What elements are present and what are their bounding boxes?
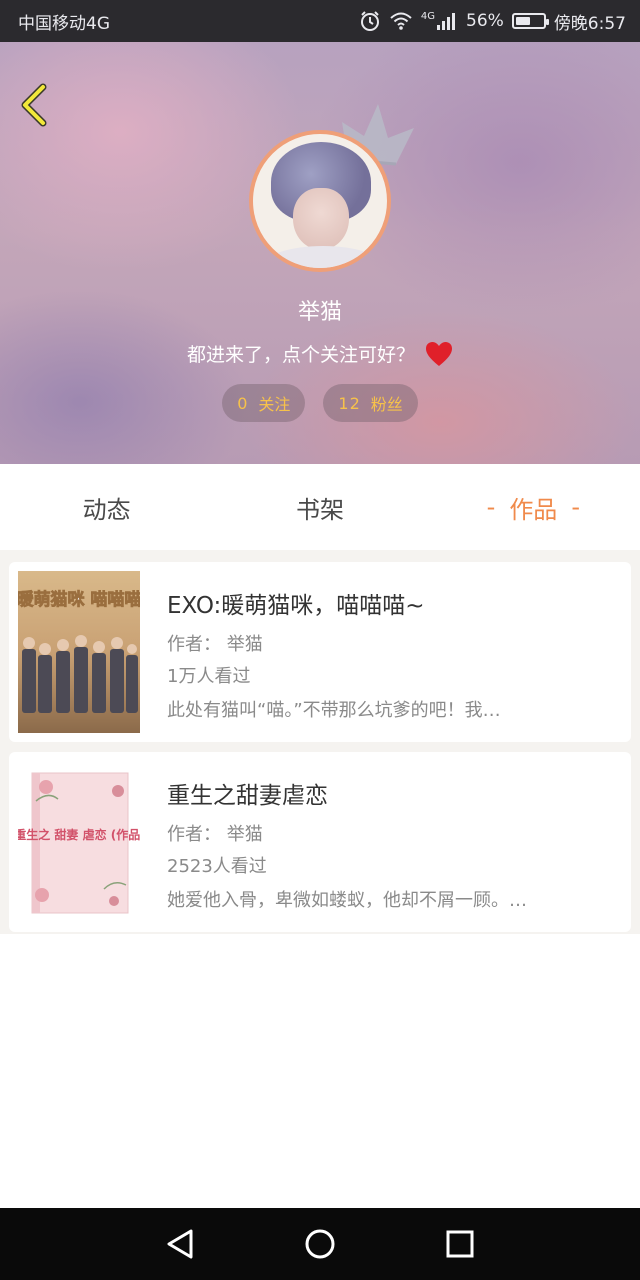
author-name: 举猫 [226, 634, 263, 655]
tab-label: 作品 [509, 495, 558, 524]
nickname: 举猫 [297, 300, 342, 325]
signal-icon: 4G [421, 11, 458, 31]
tab-label: 书架 [295, 495, 344, 524]
following-count-button[interactable]: 0 关注 [222, 384, 306, 422]
avatar[interactable] [249, 130, 391, 272]
nav-home-button[interactable] [290, 1214, 350, 1274]
tab-bookshelf[interactable]: 书架 [213, 464, 426, 550]
book-cover[interactable]: 暖萌猫咪 喵喵喵 [18, 571, 140, 733]
carrier-label: 中国移动4G [18, 13, 110, 34]
list-item[interactable]: 重生之 甜妻 虐恋 (作品) 重生之甜妻虐恋 作者： 举猫 2523人看过 她爱… [9, 752, 631, 932]
followers-count-button[interactable]: 12 粉丝 [323, 384, 418, 422]
book-cover-image: 暖萌猫咪 喵喵喵 [18, 571, 140, 733]
book-author: 作者： 举猫 [167, 820, 263, 846]
battery-level [515, 17, 531, 25]
followers-count: 12 [338, 393, 361, 413]
cover-title: 暖萌猫咪 喵喵喵 [18, 589, 140, 610]
tab-decor-left: - [486, 493, 496, 521]
nav-back-button[interactable] [150, 1214, 210, 1274]
book-views: 1万人看过 [167, 666, 251, 687]
book-intro: 此处有猫叫“喵。”不带那么坑爹的吧！我… [167, 700, 501, 721]
profile-header: 举猫 都进来了，点个关注可好？ 0 关注 12 粉丝 [0, 42, 640, 464]
tab-works[interactable]: - 作品 - [427, 464, 640, 550]
tab-label: 动态 [82, 495, 131, 524]
recents-square-icon [446, 1230, 474, 1258]
status-bar: 中国移动4G 4G 56% 傍晚6:57 [0, 0, 640, 42]
book-cover[interactable]: 重生之 甜妻 虐恋 (作品) [18, 761, 140, 923]
book-author: 作者： 举猫 [167, 630, 263, 656]
home-circle-icon [305, 1229, 335, 1259]
wifi-icon [389, 11, 413, 31]
nav-recents-button[interactable] [430, 1214, 490, 1274]
book-cover-image: 重生之 甜妻 虐恋 (作品) [18, 761, 140, 923]
author-label: 作者： [167, 634, 221, 655]
back-button[interactable] [14, 82, 54, 128]
author-name: 举猫 [226, 824, 263, 845]
alarm-icon [359, 10, 381, 32]
followers-label: 粉丝 [370, 395, 403, 414]
status-icons: 4G 56% 傍晚6:57 [359, 9, 626, 34]
heart-icon [426, 341, 452, 366]
following-count: 0 [237, 393, 249, 413]
book-title: EXO:暖萌猫咪，喵喵喵~ [167, 593, 425, 619]
list-item[interactable]: 暖萌猫咪 喵喵喵 EXO:暖萌猫咪，喵喵喵~ 作者： 举猫 1万人看过 此处有猫… [9, 562, 631, 742]
book-intro: 她爱他入骨，卑微如蝼蚁，他却不屑一顾。… [167, 890, 527, 911]
works-list: 暖萌猫咪 喵喵喵 EXO:暖萌猫咪，喵喵喵~ 作者： 举猫 1万人看过 此处有猫… [0, 550, 640, 934]
signature-text: 都进来了，点个关注可好？ [186, 344, 415, 366]
book-views: 2523人看过 [167, 856, 267, 877]
clock: 傍晚6:57 [553, 13, 626, 34]
tab-decor-right: - [571, 493, 580, 521]
chevron-left-icon [21, 83, 47, 127]
cover-title: 重生之 甜妻 虐恋 (作品) [18, 827, 140, 842]
signature: 都进来了，点个关注可好？ [0, 340, 640, 367]
profile-tabs: 动态 书架 - 作品 - [0, 464, 640, 550]
following-label: 关注 [258, 395, 291, 414]
navigation-bar [0, 1208, 640, 1280]
battery-percent: 56% [466, 11, 504, 31]
network-badge: 4G [420, 11, 436, 22]
back-triangle-icon [167, 1229, 193, 1259]
tab-activity[interactable]: 动态 [0, 464, 213, 550]
author-label: 作者： [167, 824, 221, 845]
battery-icon [511, 13, 549, 29]
profile-stats: 0 关注 12 粉丝 [0, 384, 640, 422]
book-title: 重生之甜妻虐恋 [167, 783, 328, 809]
